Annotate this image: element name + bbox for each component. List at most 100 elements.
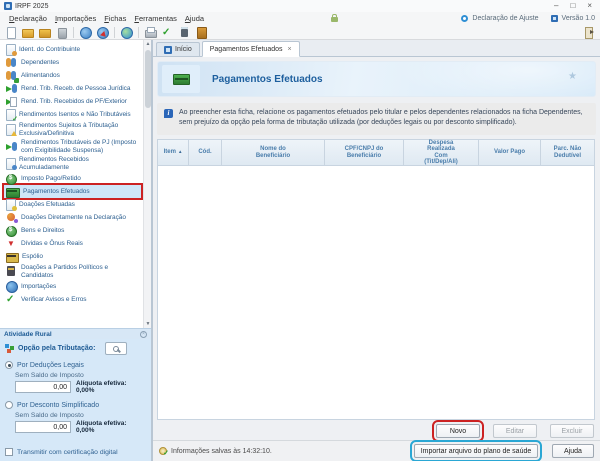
sidebar-item-doacoes-diretamente[interactable]: Doações Diretamente na Declaração	[4, 211, 141, 224]
minimize-button[interactable]: –	[554, 1, 558, 11]
rural-activity-header[interactable]: Atividade Rural ×	[0, 328, 151, 339]
simplified-discount-value-field[interactable]	[15, 421, 71, 433]
exempt-income-icon	[6, 109, 15, 120]
tax-paid-icon	[6, 173, 17, 184]
exclusive-taxation-icon	[6, 124, 15, 135]
sidebar-item-rend-exigibilidade-suspensa[interactable]: Rendimentos Tributáveis de PJ (Imposto c…	[4, 138, 141, 155]
excluir-button[interactable]: Excluir	[550, 424, 594, 438]
tab-close-icon[interactable]: ×	[288, 46, 292, 53]
close-button[interactable]: ×	[587, 1, 592, 11]
delete-icon[interactable]	[56, 27, 67, 38]
sidebar-item-rend-trib-exclusiva[interactable]: Rendimentos Sujeitos à Tributação Exclus…	[4, 121, 141, 138]
sidebar-item-rend-isentos[interactable]: Rendimentos Isentos e Não Tributáveis	[4, 108, 141, 121]
tax-option-icon	[5, 344, 14, 353]
column-header-nome[interactable]: Nome do Beneficiário	[222, 140, 325, 165]
action-buttons: Novo Editar Excluir	[436, 424, 594, 438]
payments-table: Item▲ Cód. Nome do Beneficiário CPF/CNPJ…	[157, 139, 595, 420]
info-icon	[164, 109, 173, 118]
sidebar-item-rend-trib-pf-exterior[interactable]: Rend. Trib. Recebidos de PF/Exterior	[4, 95, 141, 108]
home-icon	[164, 46, 172, 54]
column-header-item[interactable]: Item▲	[158, 140, 189, 165]
radio-desconto-simplificado[interactable]	[5, 401, 13, 409]
adjustment-declaration-icon	[461, 15, 468, 22]
accumulated-income-icon	[6, 158, 15, 169]
table-body-empty[interactable]	[157, 166, 595, 420]
column-header-parc-nao-dedutivel[interactable]: Parc. Não Dedutível	[541, 140, 594, 165]
digital-certificate-checkbox[interactable]	[5, 448, 13, 456]
ajuda-button[interactable]: Ajuda	[552, 444, 594, 458]
print-icon[interactable]	[145, 27, 156, 38]
collapse-icon[interactable]: ×	[140, 331, 147, 338]
column-header-cod[interactable]: Cód.	[189, 140, 222, 165]
sidebar-item-bens-direitos[interactable]: Bens e Direitos	[4, 224, 141, 237]
column-header-cpf-cnpj[interactable]: CPF/CNPJ do Beneficiário	[325, 140, 404, 165]
effective-rate-label-2: Alíquota efetiva: 0,00%	[76, 420, 146, 434]
folder-icon[interactable]	[39, 27, 50, 38]
status-bar: Informações salvas às 14:32:10. Importar…	[153, 440, 600, 461]
sidebar-item-imposto-pago[interactable]: Imposto Pago/Retido	[4, 172, 141, 185]
sidebar-item-rend-acumuladamente[interactable]: Rendimentos Recebidos Acumuladamente	[4, 155, 141, 172]
import-declaration-icon[interactable]	[97, 27, 108, 38]
debts-icon	[6, 238, 17, 249]
help-book-icon[interactable]	[196, 27, 207, 38]
sort-asc-icon: ▲	[178, 149, 182, 155]
editar-button[interactable]: Editar	[493, 424, 537, 438]
column-header-despesa[interactable]: Despesa Realizada Com (Tit/Dep/Ali)	[404, 140, 479, 165]
menu-ajuda[interactable]: Ajuda	[181, 14, 208, 23]
legal-deductions-value-field[interactable]	[15, 381, 71, 393]
transmit-icon[interactable]	[80, 27, 91, 38]
sidebar-item-pagamentos-efetuados[interactable]: Pagamentos Efetuados	[4, 185, 141, 198]
tab-inicio[interactable]: Início	[156, 42, 200, 56]
effective-rate-label: Alíquota efetiva: 0,00%	[76, 380, 146, 394]
internet-icon[interactable]	[121, 27, 132, 38]
menu-fichas[interactable]: Fichas	[100, 14, 130, 23]
scroll-down-icon[interactable]: ▼	[144, 320, 152, 328]
import-health-plan-button[interactable]: Importar arquivo do plano de saúde	[414, 444, 538, 458]
suspended-tax-income-icon	[6, 141, 17, 152]
open-declaration-icon[interactable]	[22, 27, 33, 38]
sidebar-item-doacoes-efetuadas[interactable]: Doações Efetuadas	[4, 198, 141, 211]
menu-importacoes[interactable]: Importações	[51, 14, 100, 23]
new-declaration-icon[interactable]	[5, 27, 16, 38]
assets-icon	[6, 225, 17, 236]
search-button[interactable]	[105, 342, 127, 355]
sidebar-item-alimentandos[interactable]: Alimentandos	[4, 69, 141, 82]
tab-pagamentos-efetuados[interactable]: Pagamentos Efetuados ×	[202, 41, 300, 57]
saved-status-icon	[159, 447, 167, 455]
sidebar-item-espolio[interactable]: Espólio	[4, 250, 141, 263]
menu-ferramentas[interactable]: Ferramentas	[130, 14, 181, 23]
income-from-company-icon	[6, 83, 17, 94]
verify-icon[interactable]	[162, 27, 173, 38]
sidebar-item-rend-trib-pj[interactable]: Rend. Trib. Receb. de Pessoa Jurídica	[4, 82, 141, 95]
sidebar-scrollbar[interactable]: ▲ ▼	[143, 40, 151, 328]
page-header: Pagamentos Efetuados ★	[157, 61, 596, 97]
sidebar-item-dependentes[interactable]: Dependentes	[4, 56, 141, 69]
dependents-icon	[6, 57, 17, 68]
sidebar: Ident. do Contribuinte Dependentes Alime…	[0, 40, 152, 461]
scroll-up-icon[interactable]: ▲	[144, 40, 152, 48]
scrollbar-thumb[interactable]	[145, 50, 151, 108]
lock-icon	[331, 17, 338, 22]
alimony-recipients-icon	[6, 70, 17, 81]
info-text: Ao preencher esta ficha, relacione os pa…	[179, 108, 589, 130]
donations-made-icon	[6, 199, 15, 210]
toolbar	[0, 25, 600, 40]
estate-icon	[6, 253, 18, 262]
sidebar-item-doacoes-partidos[interactable]: Doações a Partidos Políticos e Candidato…	[4, 263, 141, 280]
sidebar-item-dividas-onus[interactable]: Dívidas e Ônus Reais	[4, 237, 141, 250]
declaration-type-label: Declaração de Ajuste	[472, 15, 538, 22]
column-header-valor-pago[interactable]: Valor Pago	[479, 140, 541, 165]
maximize-button[interactable]: □	[570, 1, 575, 11]
menu-declaracao[interactable]: Declaração	[5, 14, 51, 23]
calculator-icon[interactable]	[179, 27, 190, 38]
novo-button[interactable]: Novo	[436, 424, 480, 438]
version-label: Versão 1.0	[562, 15, 595, 22]
radio-deducoes-legais[interactable]	[5, 361, 13, 369]
sidebar-item-ident-contribuinte[interactable]: Ident. do Contribuinte	[4, 43, 141, 56]
payments-card-icon	[173, 74, 190, 85]
party-donations-icon	[6, 266, 17, 277]
sidebar-item-verificar-avisos[interactable]: Verificar Avisos e Erros	[4, 293, 141, 306]
exit-icon[interactable]	[584, 27, 595, 38]
sidebar-item-importacoes[interactable]: Importações	[4, 280, 141, 293]
header-icon-tile	[162, 65, 200, 93]
